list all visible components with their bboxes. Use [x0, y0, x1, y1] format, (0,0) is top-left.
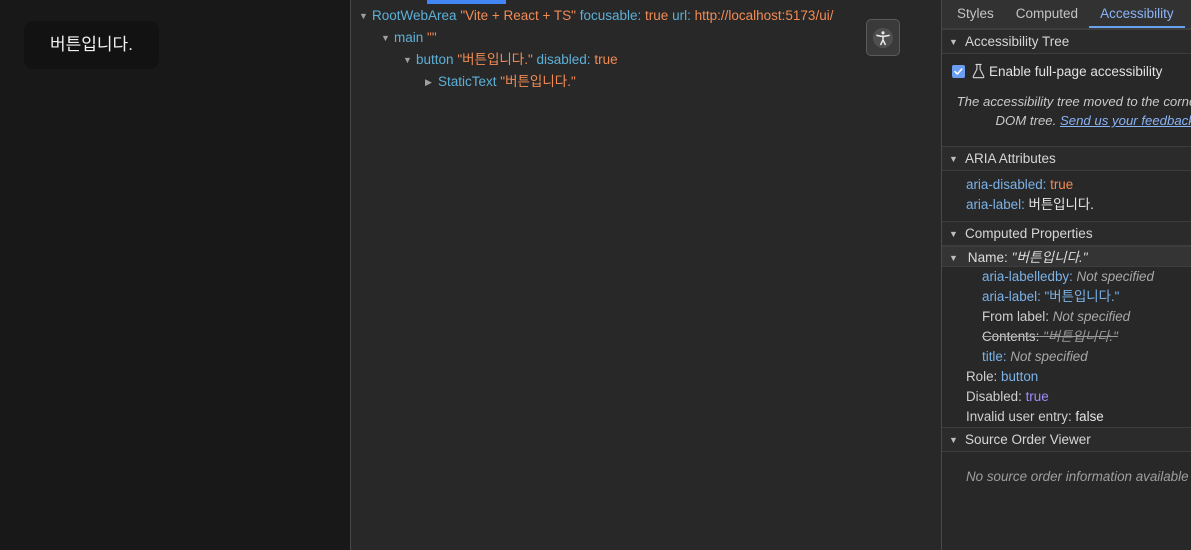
chevron-down-icon[interactable]: ▼ — [403, 49, 414, 71]
computed-name-source-row: From label: Not specified — [942, 307, 1191, 327]
section-title: Source Order Viewer — [965, 432, 1091, 447]
computed-property-value: false — [1075, 409, 1103, 424]
computed-property-row: Disabled: true — [942, 387, 1191, 407]
a11y-node-value: "버튼입니다." — [457, 52, 532, 67]
computed-name-source-row: aria-labelledby: Not specified — [942, 267, 1191, 287]
accessibility-person-icon — [872, 27, 894, 49]
aria-attribute-row: aria-disabled: true — [942, 175, 1191, 195]
computed-name-key: Name: — [968, 250, 1008, 265]
sidebar-tab-computed[interactable]: Computed — [1005, 0, 1089, 28]
chevron-down-icon: ▼ — [949, 248, 960, 269]
pane-tab-strip — [351, 0, 941, 4]
a11y-node-role: StaticText — [438, 74, 497, 89]
a11y-node-role: main — [394, 30, 423, 45]
chevron-down-icon: ▼ — [949, 154, 960, 164]
a11y-node-prop-value: http://localhost:5173/ui/ — [695, 8, 834, 23]
sidebar-tab-label: Accessibility — [1100, 6, 1174, 21]
chevron-down-icon[interactable]: ▼ — [381, 27, 392, 49]
computed-name-source-key: aria-labelledby: — [982, 269, 1073, 284]
active-tab-indicator — [427, 0, 506, 4]
a11y-tree-node[interactable]: ▼button "버튼입니다." disabled: true — [351, 49, 941, 71]
computed-name-source-value: "버튼입니다." — [1043, 329, 1118, 344]
send-feedback-link[interactable]: Send us your feedback. — [1060, 113, 1191, 128]
devtools-window: 버튼입니다. ▼RootWebArea "Vite + React + TS" … — [0, 0, 1191, 550]
computed-property-value: button — [1001, 369, 1038, 384]
sidebar-tab-bar[interactable]: Styles Computed Accessibility — [942, 0, 1191, 29]
computed-name-source-value: Not specified — [1010, 349, 1087, 364]
sidebar-tab-label: Computed — [1016, 6, 1078, 21]
computed-name-sources: aria-labelledby: Not specifiedaria-label… — [942, 267, 1191, 367]
chevron-down-icon: ▼ — [949, 229, 960, 239]
aria-attribute-value: true — [1050, 177, 1073, 192]
computed-property-key: Disabled: — [966, 389, 1022, 404]
accessibility-tree-moved-note: The accessibility tree moved to the corn… — [942, 83, 1191, 140]
chevron-down-icon: ▼ — [949, 37, 960, 47]
computed-property-row: Role: button — [942, 367, 1191, 387]
a11y-node-prop-key: focusable: — [580, 8, 642, 23]
experiment-flask-icon — [971, 63, 986, 79]
section-title: Accessibility Tree — [965, 34, 1069, 49]
section-header-aria-attributes[interactable]: ▼ ARIA Attributes — [942, 146, 1191, 171]
a11y-node-role: button — [416, 52, 454, 67]
computed-name-source-row: Contents: "버튼입니다." — [942, 327, 1191, 347]
accessibility-tree-pane: ▼RootWebArea "Vite + React + TS" focusab… — [350, 0, 941, 550]
computed-name-source-key: Contents: — [982, 329, 1039, 344]
computed-name-source-value: Not specified — [1053, 309, 1130, 324]
sidebar-tab-accessibility[interactable]: Accessibility — [1089, 0, 1185, 28]
a11y-node-value: "버튼입니다." — [500, 74, 575, 89]
note-line-1: The accessibility tree moved to the — [957, 94, 1160, 109]
section-title: Computed Properties — [965, 226, 1093, 241]
sidebar-tab-label: Styles — [957, 6, 994, 21]
sidebar-tab-styles[interactable]: Styles — [946, 0, 1005, 28]
computed-property-key: Role: — [966, 369, 997, 384]
accessibility-badge-button[interactable] — [866, 19, 900, 56]
section-body-accessibility-tree: Enable full-page accessibility The acces… — [942, 54, 1191, 146]
computed-properties-list: Role: buttonDisabled: trueInvalid user e… — [942, 367, 1191, 427]
computed-name-value: "버튼입니다." — [1012, 250, 1088, 265]
aria-attribute-key: aria-disabled: — [966, 177, 1046, 192]
section-body-aria-attributes: aria-disabled: truearia-label: 버튼입니다. — [942, 171, 1191, 221]
enable-full-page-accessibility-label: Enable full-page accessibility — [989, 64, 1162, 79]
computed-property-key: Invalid user entry: — [966, 409, 1072, 424]
computed-property-value: true — [1026, 389, 1049, 404]
aria-attribute-value: 버튼입니다. — [1029, 197, 1094, 212]
aria-attribute-row: aria-label: 버튼입니다. — [942, 195, 1191, 215]
source-order-empty-text: No source order information available — [942, 456, 1191, 484]
devtools-sidebar: Styles Computed Accessibility ▼ Accessibil… — [941, 0, 1191, 550]
computed-name-source-value: "버튼입니다." — [1045, 289, 1120, 304]
a11y-tree-list[interactable]: ▼RootWebArea "Vite + React + TS" focusab… — [351, 4, 941, 93]
a11y-node-role: RootWebArea — [372, 8, 457, 23]
computed-name-source-key: title: — [982, 349, 1007, 364]
section-title: ARIA Attributes — [965, 151, 1056, 166]
a11y-tree-node[interactable]: ▼RootWebArea "Vite + React + TS" focusab… — [351, 5, 941, 27]
chevron-right-icon[interactable]: ▶ — [425, 71, 436, 93]
a11y-tree-node[interactable]: ▼main "" — [351, 27, 941, 49]
a11y-tree-node[interactable]: ▶StaticText "버튼입니다." — [351, 71, 941, 93]
section-body-source-order-viewer: No source order information available — [942, 452, 1191, 490]
section-header-source-order-viewer[interactable]: ▼ Source Order Viewer — [942, 427, 1191, 452]
computed-name-source-key: From label: — [982, 309, 1049, 324]
aria-attribute-key: aria-label: — [966, 197, 1025, 212]
section-header-computed-properties[interactable]: ▼ Computed Properties — [942, 221, 1191, 246]
a11y-node-prop-value: true — [645, 8, 668, 23]
checkbox-checked-icon[interactable] — [952, 65, 965, 78]
a11y-node-value: "" — [427, 30, 437, 45]
a11y-node-prop-key: disabled: — [537, 52, 591, 67]
computed-name-source-key: aria-label: — [982, 289, 1041, 304]
computed-name-source-value: Not specified — [1077, 269, 1154, 284]
a11y-node-value: "Vite + React + TS" — [460, 8, 576, 23]
a11y-node-prop-value: true — [594, 52, 617, 67]
computed-name-source-row: aria-label: "버튼입니다." — [942, 287, 1191, 307]
computed-name-source-row: title: Not specified — [942, 347, 1191, 367]
checkmark-icon — [953, 66, 964, 77]
enable-full-page-accessibility-row[interactable]: Enable full-page accessibility — [942, 58, 1191, 83]
computed-name-row[interactable]: ▼ Name: "버튼입니다." — [942, 246, 1191, 267]
chevron-down-icon: ▼ — [949, 435, 960, 445]
computed-property-row: Invalid user entry: false — [942, 407, 1191, 427]
page-disabled-button[interactable]: 버튼입니다. — [24, 21, 159, 69]
a11y-node-prop-key: url: — [672, 8, 691, 23]
chevron-down-icon[interactable]: ▼ — [359, 5, 370, 27]
section-header-accessibility-tree[interactable]: ▼ Accessibility Tree — [942, 29, 1191, 54]
page-viewport: 버튼입니다. — [0, 0, 350, 550]
